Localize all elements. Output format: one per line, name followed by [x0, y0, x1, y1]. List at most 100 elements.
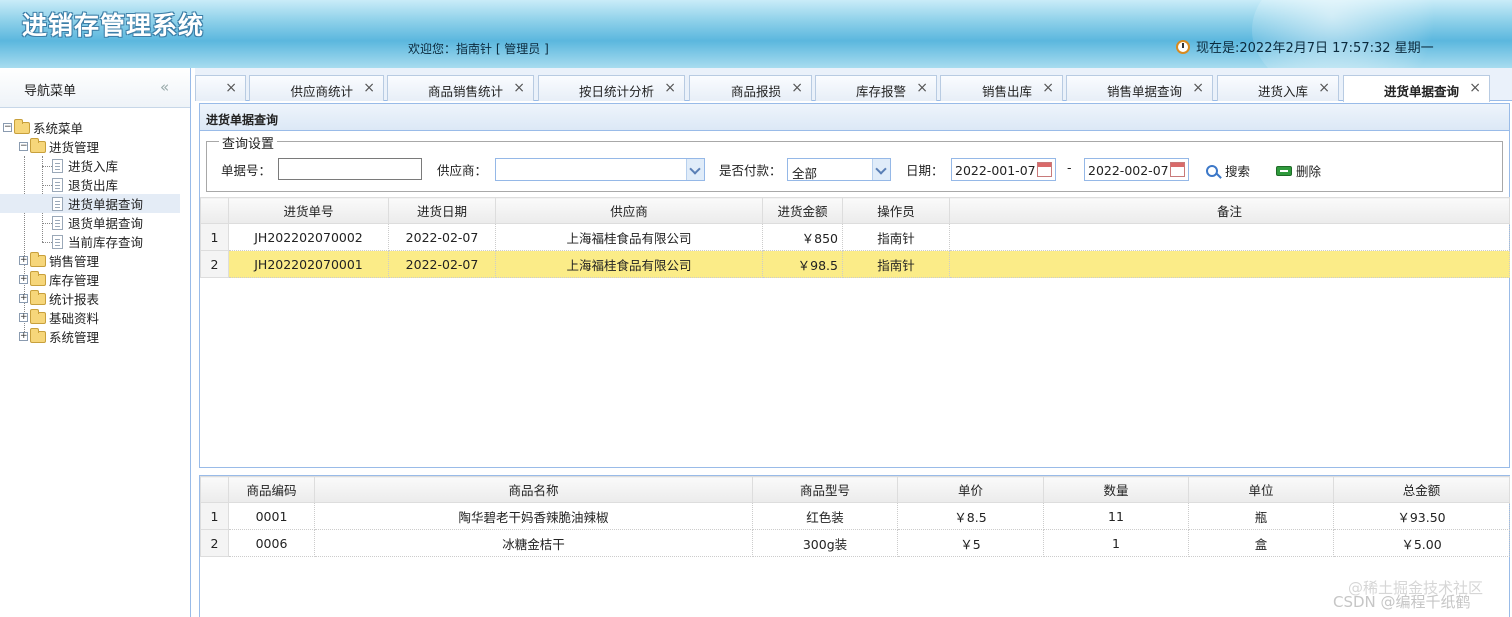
paid-label: 是否付款： — [719, 163, 782, 178]
tab-label: 供应商统计 — [290, 84, 353, 99]
column-header[interactable]: 商品编码 — [228, 476, 315, 503]
close-icon[interactable]: × — [363, 80, 375, 96]
column-header[interactable]: 单位 — [1188, 476, 1334, 503]
column-header[interactable]: 备注 — [949, 197, 1510, 224]
panel-title: 进货单据查询 — [200, 104, 1509, 131]
folder-icon — [30, 251, 46, 267]
tab-purchase-query[interactable]: 进货单据查询 × — [1343, 75, 1490, 102]
name-cell: 陶华碧老干妈香辣脆油辣椒 — [314, 502, 753, 530]
table-row[interactable]: 2 0006 冰糖金桔干 300g装 ￥5 1 盒 ￥5.00 — [200, 529, 1510, 557]
column-header[interactable]: 进货金额 — [762, 197, 843, 224]
date-from-value: 2022-001-07 — [955, 163, 1036, 178]
table-row-selected[interactable]: 2 JH202202070001 2022-02-07 上海福桂食品有限公司 ￥… — [200, 250, 1510, 278]
page-icon — [52, 234, 63, 249]
watermark: CSDN @编程千纸鹤 — [1333, 593, 1471, 611]
tab-sales-out[interactable]: 销售出库 × — [940, 75, 1063, 101]
tab-damage-report[interactable]: 商品报损 × — [689, 75, 812, 101]
tab-purchase-in[interactable]: 进货入库 × — [1217, 75, 1339, 101]
column-header[interactable]: 操作员 — [842, 197, 950, 224]
folder-icon — [30, 308, 46, 324]
tree-item-label: 进货单据查询 — [68, 197, 144, 212]
tree-item-return-query[interactable]: 退货单据查询 — [52, 213, 143, 232]
row-number: 2 — [200, 250, 229, 278]
tab-label: 商品报损 — [730, 84, 781, 99]
tab-sales-query[interactable]: 销售单据查询 × — [1066, 75, 1213, 101]
column-header[interactable]: 供应商 — [495, 197, 763, 224]
amount-cell: ￥98.5 — [762, 250, 843, 278]
tree-group-system[interactable]: + 系统管理 — [19, 327, 99, 346]
date-to-input[interactable]: 2022-002-07 — [1084, 158, 1189, 181]
date-to-value: 2022-002-07 — [1088, 163, 1169, 178]
tree-item-label: 当前库存查询 — [68, 235, 144, 250]
close-icon[interactable]: × — [664, 80, 676, 96]
row-number: 1 — [200, 223, 229, 251]
column-header[interactable]: 商品名称 — [314, 476, 753, 503]
tree-group-purchase[interactable]: − 进货管理 — [19, 137, 99, 156]
qty-cell: 11 — [1043, 502, 1189, 530]
chevron-down-icon[interactable] — [872, 159, 890, 180]
close-icon[interactable]: × — [791, 80, 803, 96]
column-header[interactable]: 总金额 — [1333, 476, 1510, 503]
close-icon[interactable]: × — [916, 80, 928, 96]
tab-home[interactable]: × — [195, 75, 246, 101]
table-header-row: 商品编码 商品名称 商品型号 单价 数量 单位 总金额 — [200, 476, 1510, 503]
chevron-down-icon[interactable] — [686, 159, 704, 180]
table-row[interactable]: 1 JH202202070002 2022-02-07 上海福桂食品有限公司 ￥… — [200, 223, 1510, 251]
close-icon[interactable]: × — [1042, 80, 1054, 96]
expand-icon[interactable]: + — [19, 313, 28, 322]
tree-group-basic-data[interactable]: + 基础资料 — [19, 308, 99, 327]
tree-item-return-out[interactable]: 退货出库 — [52, 175, 118, 194]
expand-icon[interactable]: + — [19, 256, 28, 265]
close-icon[interactable]: × — [1469, 80, 1481, 96]
close-icon[interactable]: × — [1192, 80, 1204, 96]
order-no-input[interactable] — [278, 158, 422, 180]
remark-cell — [949, 223, 1510, 251]
expand-icon[interactable]: + — [19, 294, 28, 303]
tree-group-inventory[interactable]: + 库存管理 — [19, 270, 99, 289]
supplier-cell: 上海福桂食品有限公司 — [495, 250, 763, 278]
tree-item-purchase-query[interactable]: 进货单据查询 — [0, 194, 180, 213]
qty-cell: 1 — [1043, 529, 1189, 557]
tree-group-sales[interactable]: + 销售管理 — [19, 251, 99, 270]
tab-label: 商品销售统计 — [427, 84, 503, 99]
tree-root-system-menu[interactable]: − 系统菜单 — [3, 118, 83, 137]
column-header[interactable]: 单价 — [897, 476, 1044, 503]
table-row[interactable]: 1 0001 陶华碧老干妈香辣脆油辣椒 红色装 ￥8.5 11 瓶 ￥93.50 — [200, 502, 1510, 530]
collapse-icon[interactable]: − — [3, 123, 12, 132]
operator-cell: 指南针 — [842, 223, 950, 251]
tree-group-reports[interactable]: + 统计报表 — [19, 289, 99, 308]
tab-daily-analysis[interactable]: 按日统计分析 × — [538, 75, 685, 101]
app-header: 进销存管理系统 欢迎您：指南针 [ 管理员 ] 现在是:2022年2月7日 17… — [0, 0, 1512, 68]
tab-sales-stats[interactable]: 商品销售统计 × — [387, 75, 534, 101]
search-button[interactable]: 搜索 — [1206, 161, 1250, 180]
expand-icon[interactable]: + — [19, 275, 28, 284]
column-header[interactable]: 进货日期 — [388, 197, 496, 224]
expand-icon[interactable]: + — [19, 332, 28, 341]
paid-status-select[interactable]: 全部 — [787, 158, 891, 181]
tree-group-label: 销售管理 — [49, 254, 100, 269]
tree-item-purchase-in[interactable]: 进货入库 — [52, 156, 118, 175]
close-icon[interactable]: × — [1318, 80, 1330, 96]
purchase-query-panel: 进货单据查询 查询设置 单据号： 供应商： 是否付款： 全部 日期： 2022-… — [199, 103, 1510, 468]
page-icon — [52, 158, 63, 173]
calendar-icon[interactable] — [1170, 162, 1185, 177]
search-icon — [1206, 164, 1218, 177]
collapse-icon[interactable]: − — [19, 142, 28, 151]
supplier-select[interactable] — [495, 158, 705, 181]
tab-supplier-stats[interactable]: 供应商统计 × — [249, 75, 384, 101]
model-cell: 红色装 — [752, 502, 898, 530]
column-header[interactable]: 商品型号 — [752, 476, 898, 503]
column-header[interactable]: 进货单号 — [228, 197, 389, 224]
calendar-icon[interactable] — [1037, 162, 1052, 177]
tree-group-label: 库存管理 — [49, 273, 100, 288]
collapse-nav-icon[interactable]: « — [160, 78, 169, 96]
delete-icon — [1276, 165, 1292, 176]
tree-item-stock-query[interactable]: 当前库存查询 — [52, 232, 143, 251]
date-from-input[interactable]: 2022-001-07 — [951, 158, 1056, 181]
close-icon[interactable]: × — [513, 80, 525, 96]
close-icon[interactable]: × — [225, 80, 237, 96]
column-header[interactable]: 数量 — [1043, 476, 1189, 503]
delete-button[interactable]: 删除 — [1276, 161, 1321, 180]
tab-stock-alert[interactable]: 库存报警 × — [815, 75, 937, 101]
tree-item-label: 进货入库 — [68, 159, 119, 174]
